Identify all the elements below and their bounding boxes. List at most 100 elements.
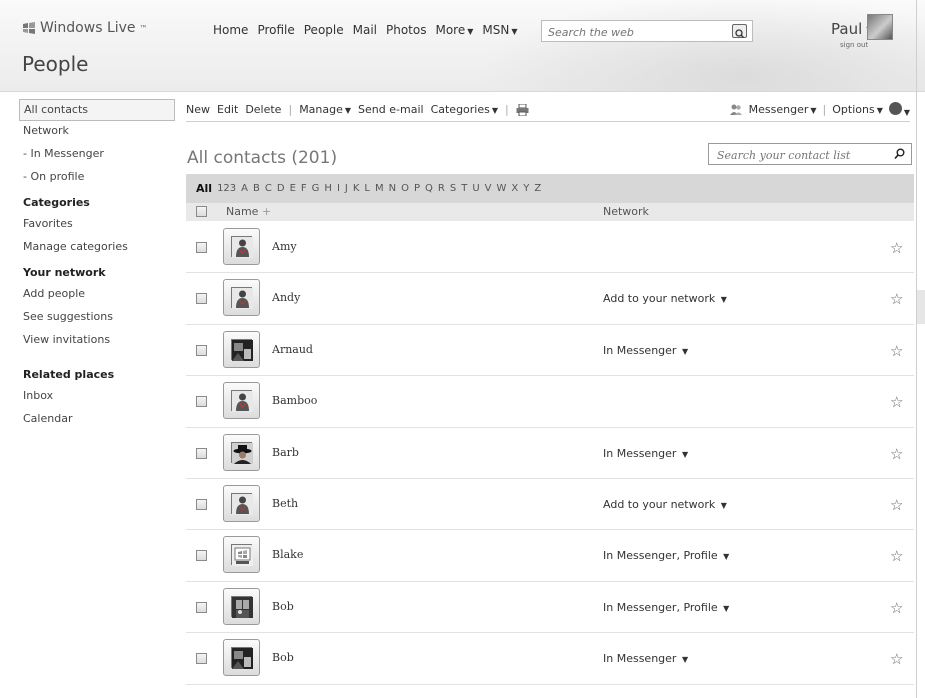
contact-checkbox[interactable] [196,550,207,562]
print-icon[interactable] [516,103,529,116]
alpha-filter-d[interactable]: D [277,183,285,194]
contact-name[interactable]: Bamboo [272,394,317,407]
contact-avatar[interactable] [223,433,260,471]
alpha-filter-g[interactable]: G [312,183,320,194]
contact-row[interactable]: Barb In Messenger ▼ ☆ [186,428,914,479]
favorite-star-icon[interactable]: ☆ [890,547,903,565]
contact-avatar[interactable] [223,330,260,368]
edit-button[interactable]: Edit [217,103,238,116]
alpha-filter-l[interactable]: L [364,183,370,194]
messenger-menu[interactable]: Messenger ▼ [749,103,817,116]
select-all-checkbox[interactable] [196,206,207,217]
favorite-star-icon[interactable]: ☆ [890,599,903,617]
contact-row[interactable]: Blake In Messenger, Profile ▼ ☆ [186,530,914,582]
nav-msn[interactable]: MSN ▼ [482,23,517,37]
new-button[interactable]: New [186,103,210,116]
contact-avatar[interactable] [223,228,260,265]
contact-name[interactable]: Blake [272,548,303,561]
contact-network-status[interactable]: In Messenger ▼ [603,652,688,665]
alpha-filter-n[interactable]: N [389,183,396,194]
contact-avatar[interactable] [223,639,260,677]
contact-network-status[interactable]: In Messenger, Profile ▼ [603,601,729,614]
favorite-star-icon[interactable]: ☆ [890,290,903,308]
sidebar-item-on-profile[interactable]: - On profile [19,167,175,190]
nav-mail[interactable]: Mail [353,23,377,37]
contact-name[interactable]: Barb [272,446,299,459]
alpha-filter-f[interactable]: F [301,183,307,194]
sidebar-item-inbox[interactable]: Inbox [19,386,175,409]
contact-row[interactable]: Andy Add to your network ▼ ☆ [186,273,914,325]
nav-profile[interactable]: Profile [257,23,294,37]
alpha-filter-c[interactable]: C [265,183,272,194]
contact-checkbox[interactable] [196,293,207,305]
alpha-filter-q[interactable]: Q [425,183,433,194]
alpha-filter-k[interactable]: K [353,183,360,194]
alpha-filter-m[interactable]: M [375,183,384,194]
contact-name[interactable]: Bob [272,651,294,664]
name-column-header[interactable]: Name + [226,205,271,218]
contact-name[interactable]: Andy [272,291,300,304]
sidebar-item-all-contacts[interactable]: All contacts [19,99,175,121]
contact-row[interactable]: Bob In Messenger ▼ ☆ [186,633,914,685]
manage-menu[interactable]: Manage ▼ [299,103,351,116]
alpha-filter-o[interactable]: O [401,183,409,194]
contact-search-input[interactable] [709,145,879,166]
alpha-filter-v[interactable]: V [485,183,492,194]
sidebar-item-view-invitations[interactable]: View invitations [19,330,175,353]
contact-avatar[interactable] [223,484,260,522]
contact-checkbox[interactable] [196,447,207,459]
contact-avatar[interactable] [223,536,260,574]
alpha-filter-h[interactable]: H [324,183,332,194]
contact-avatar[interactable] [223,279,260,317]
sidebar-item-favorites[interactable]: Favorites [19,214,175,237]
contact-checkbox[interactable] [196,498,207,510]
contact-network-status[interactable]: In Messenger ▼ [603,344,688,357]
alpha-filter-i[interactable]: I [337,183,340,194]
nav-photos[interactable]: Photos [386,23,426,37]
alpha-filter-r[interactable]: R [438,183,445,194]
contact-row[interactable]: Bob In Messenger, Profile ▼ ☆ [186,582,914,634]
delete-button[interactable]: Delete [245,103,281,116]
contact-network-status[interactable]: In Messenger ▼ [603,447,688,460]
alpha-filter-t[interactable]: T [461,183,467,194]
favorite-star-icon[interactable]: ☆ [890,393,903,411]
alpha-filter-x[interactable]: X [511,183,518,194]
sign-out-link[interactable]: sign out [840,41,868,49]
contact-name[interactable]: Amy [272,240,297,253]
contact-checkbox[interactable] [196,601,207,613]
sidebar-item-in-messenger[interactable]: - In Messenger [19,144,175,167]
contact-checkbox[interactable] [196,344,207,356]
alpha-filter-b[interactable]: B [253,183,260,194]
options-menu[interactable]: Options ▼ [832,103,883,116]
sidebar-item-network[interactable]: Network [19,121,175,144]
alpha-filter-j[interactable]: J [345,183,348,194]
nav-people[interactable]: People [304,23,344,37]
alpha-filter-123[interactable]: 123 [217,183,236,194]
contact-checkbox[interactable] [196,396,207,408]
nav-more[interactable]: More ▼ [435,23,473,37]
favorite-star-icon[interactable]: ☆ [890,239,903,257]
nav-home[interactable]: Home [213,23,248,37]
contact-avatar[interactable] [223,382,260,420]
contact-network-status[interactable]: Add to your network ▼ [603,498,727,511]
search-go-button[interactable] [732,24,747,38]
alpha-filter-e[interactable]: E [290,183,296,194]
contact-row[interactable]: Amy ☆ [186,222,914,274]
contact-checkbox[interactable] [196,242,207,253]
alpha-filter-z[interactable]: Z [534,183,541,194]
categories-menu[interactable]: Categories ▼ [431,103,498,116]
alpha-filter-a[interactable]: A [241,183,248,194]
sidebar-item-add-people[interactable]: Add people [19,284,175,307]
favorite-star-icon[interactable]: ☆ [890,445,903,463]
favorite-star-icon[interactable]: ☆ [890,496,903,514]
help-menu[interactable]: ▼ [888,101,910,118]
alpha-filter-u[interactable]: U [472,183,479,194]
sidebar-item-calendar[interactable]: Calendar [19,409,175,432]
send-email-button[interactable]: Send e-mail [358,103,424,116]
alpha-filter-p[interactable]: P [414,183,420,194]
favorite-star-icon[interactable]: ☆ [890,650,903,668]
contact-avatar[interactable] [223,587,260,625]
contact-name[interactable]: Beth [272,497,298,510]
alpha-filter-w[interactable]: W [496,183,506,194]
contact-row[interactable]: Beth Add to your network ▼ ☆ [186,479,914,531]
